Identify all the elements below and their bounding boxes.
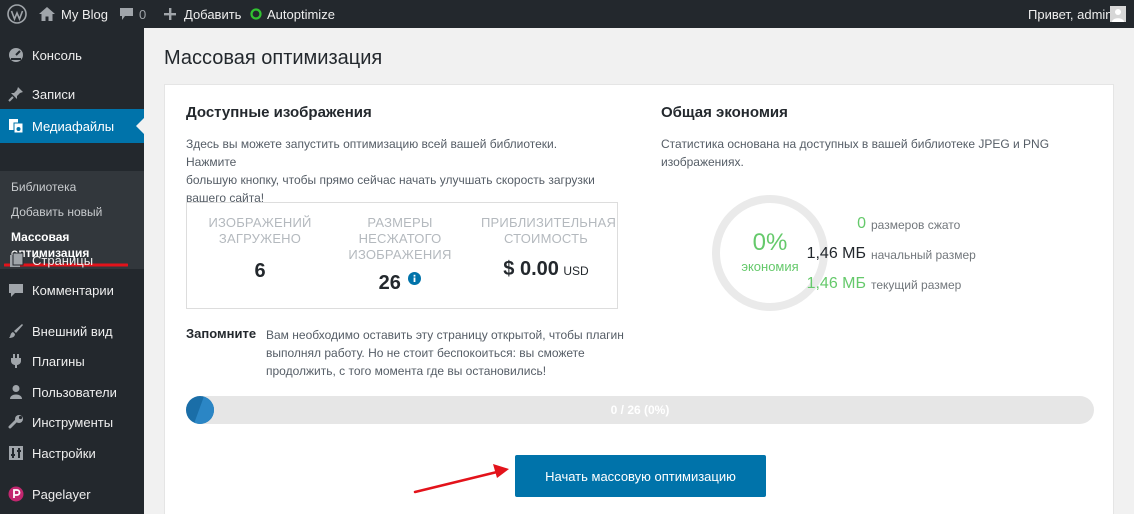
menu-label: Инструменты (32, 414, 114, 430)
note-text: Вам необходимо оставить эту страницу отк… (266, 328, 624, 378)
stat-value-row: 26 (343, 272, 457, 295)
greeting-link[interactable]: Привет, admin (1028, 0, 1113, 28)
menu-item-pages[interactable]: Страницы (0, 245, 144, 275)
menu-label: Консоль (32, 47, 82, 63)
stat-label: РАЗМЕРЫ НЕСЖАТОГО ИЗОБРАЖЕНИЯ (348, 215, 452, 262)
menu-label: Медиафайлы (32, 118, 115, 134)
menu-label: Pagelayer (32, 486, 91, 502)
menu-item-dashboard[interactable]: Консоль (0, 40, 144, 70)
page-icon (8, 252, 24, 268)
menu-item-appearance[interactable]: Внешний вид (0, 316, 144, 346)
available-images-description: Здесь вы можете запустить оптимизацию вс… (186, 135, 606, 207)
menu-item-media[interactable]: Медиафайлы (0, 109, 144, 143)
menu-item-pagelayer[interactable]: Pagelayer (0, 479, 144, 509)
menu-label: Настройки (32, 445, 96, 461)
menu-label: Страницы (32, 252, 94, 268)
savings-value: 1,46 МБ (806, 245, 866, 262)
comment-bubble-icon[interactable] (119, 0, 134, 28)
stat-value: 26 (378, 272, 401, 294)
plugin-icon (8, 353, 24, 369)
wordpress-logo-icon[interactable] (7, 0, 27, 28)
desc-line: большую кнопку, чтобы прямо сейчас начат… (186, 173, 595, 187)
submenu-label-line1: Массовая (11, 230, 70, 244)
site-name-link[interactable]: My Blog (61, 0, 108, 28)
note-label: Запомните (186, 326, 257, 341)
image-stats-box: ИЗОБРАЖЕНИЙ ЗАГРУЖЕНО 6 РАЗМЕРЫ НЕСЖАТОГО И… (186, 202, 618, 309)
comment-icon (8, 282, 24, 298)
home-icon[interactable] (39, 0, 55, 28)
total-savings-description: Статистика основана на доступных в вашей… (661, 137, 1050, 169)
admin-sidebar: Консоль Записи Медиафайлы Библиотека Доб… (0, 28, 144, 514)
savings-label: текущий размер (871, 278, 962, 292)
comments-count[interactable]: 0 (139, 0, 146, 28)
menu-item-settings[interactable]: Настройки (0, 438, 144, 468)
stat-value-row: $ 0.00 USD (481, 258, 611, 281)
total-savings-heading: Общая экономия (661, 104, 788, 121)
stat-label: ПРИБЛИЗИТЕЛЬНАЯ СТОИМОСТЬ (481, 215, 617, 246)
currency-unit: USD (563, 264, 589, 278)
menu-item-comments[interactable]: Комментарии (0, 275, 144, 305)
menu-label: Внешний вид (32, 323, 113, 339)
savings-row-compressed: 0 размеров сжато (765, 215, 1015, 235)
new-content-link[interactable]: Добавить (184, 0, 241, 28)
progress-text: 0 / 26 (0%) (610, 403, 670, 417)
savings-row-initial-size: 1,46 МБ начальный размер (765, 245, 1015, 265)
desc-line: Здесь вы можете запустить оптимизацию вс… (186, 137, 558, 169)
savings-label: размеров сжато (871, 218, 961, 232)
wrench-icon (8, 414, 24, 430)
menu-label: Комментарии (32, 282, 114, 298)
stat-uncompressed-sizes: РАЗМЕРЫ НЕСЖАТОГО ИЗОБРАЖЕНИЯ 26 (343, 215, 457, 295)
annotation-arrow-icon (413, 464, 509, 494)
admin-bar: My Blog 0 Добавить Autoptimize Привет, a… (0, 0, 1134, 28)
optimization-progress-bar: 0 / 26 (0%) (186, 396, 1094, 424)
menu-item-users[interactable]: Пользователи (0, 377, 144, 407)
bulk-optimization-panel: Доступные изображения Здесь вы можете за… (164, 84, 1114, 514)
savings-label: начальный размер (871, 248, 976, 262)
menu-label: Пользователи (32, 384, 117, 400)
plus-icon[interactable] (164, 0, 176, 28)
stat-images-uploaded: ИЗОБРАЖЕНИЙ ЗАГРУЖЕНО 6 (201, 215, 319, 283)
pin-icon (8, 86, 24, 102)
media-icon (8, 118, 24, 134)
menu-label: Плагины (32, 353, 85, 369)
stat-value: $ 0.00 (503, 258, 559, 280)
submenu-item-add-new[interactable]: Добавить новый (11, 205, 102, 219)
autoptimize-status-icon (250, 0, 262, 28)
autoptimize-link[interactable]: Autoptimize (267, 0, 335, 28)
users-icon (8, 384, 24, 400)
brush-icon (8, 323, 24, 339)
dashboard-icon (8, 47, 24, 63)
savings-value: 1,46 МБ (806, 275, 866, 292)
menu-label: Записи (32, 86, 76, 102)
available-images-heading: Доступные изображения (186, 104, 372, 121)
settings-icon (8, 445, 24, 461)
pagelayer-icon (8, 486, 24, 502)
stat-label: ИЗОБРАЖЕНИЙ ЗАГРУЖЕНО (208, 215, 312, 246)
page-title: Массовая оптимизация (164, 47, 383, 69)
avatar[interactable] (1110, 0, 1126, 28)
start-bulk-optimization-button[interactable]: Начать массовую оптимизацию (515, 455, 766, 497)
menu-item-tools[interactable]: Инструменты (0, 407, 144, 437)
menu-item-plugins[interactable]: Плагины (0, 346, 144, 376)
submenu-item-library[interactable]: Библиотека (11, 180, 76, 194)
stat-estimated-cost: ПРИБЛИЗИТЕЛЬНАЯ СТОИМОСТЬ $ 0.00 USD (481, 215, 617, 281)
savings-row-current-size: 1,46 МБ текущий размер (765, 275, 1015, 295)
info-icon[interactable] (408, 272, 422, 290)
stat-value: 6 (254, 260, 266, 282)
savings-value: 0 (857, 215, 866, 232)
menu-item-posts[interactable]: Записи (0, 79, 144, 109)
